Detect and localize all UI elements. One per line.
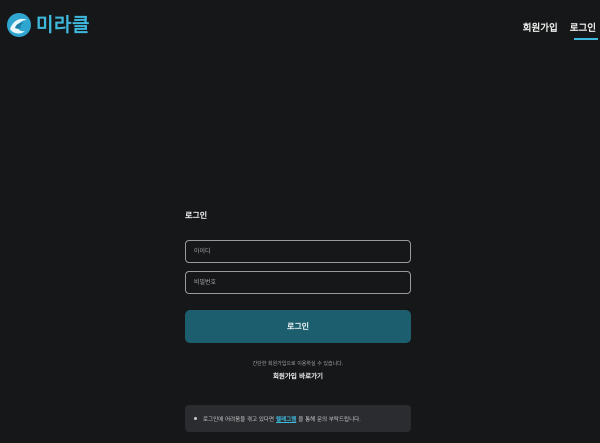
notice-text-before: 로그인에 어려움을 겪고 있다면	[203, 416, 275, 423]
telegram-link[interactable]: 텔레그램	[276, 415, 296, 423]
password-input[interactable]	[185, 271, 411, 294]
login-title: 로그인	[185, 211, 208, 220]
top-nav: 회원가입 로그인	[523, 20, 599, 40]
login-button[interactable]: 로그인	[185, 310, 411, 343]
login-page: 미라클 회원가입 로그인 로그인 로그인 간단한 회원가입으로 이용하실 수 있…	[0, 0, 600, 443]
wave-logo-icon	[7, 13, 31, 37]
signup-hint: 간단한 회원가입으로 이용하실 수 있습니다.	[252, 361, 344, 367]
id-input[interactable]	[185, 240, 411, 263]
login-form: 로그인 로그인 간단한 회원가입으로 이용하실 수 있습니다. 회원가입 바로가…	[185, 210, 411, 380]
bullet-icon	[194, 417, 197, 420]
signup-link[interactable]: 회원가입 바로가기	[185, 370, 411, 380]
notice-text-after: 을 통해 문의 부탁드립니다.	[298, 416, 361, 423]
header: 미라클 회원가입 로그인	[0, 0, 600, 50]
nav-signup-link[interactable]: 회원가입	[523, 20, 558, 40]
logo[interactable]: 미라클	[6, 12, 90, 38]
logo-text: 미라클	[36, 14, 90, 36]
help-notice: 로그인에 어려움을 겪고 있다면 텔레그램 을 통해 문의 부탁드립니다.	[185, 405, 411, 432]
nav-login-link[interactable]: 로그인	[570, 20, 599, 40]
